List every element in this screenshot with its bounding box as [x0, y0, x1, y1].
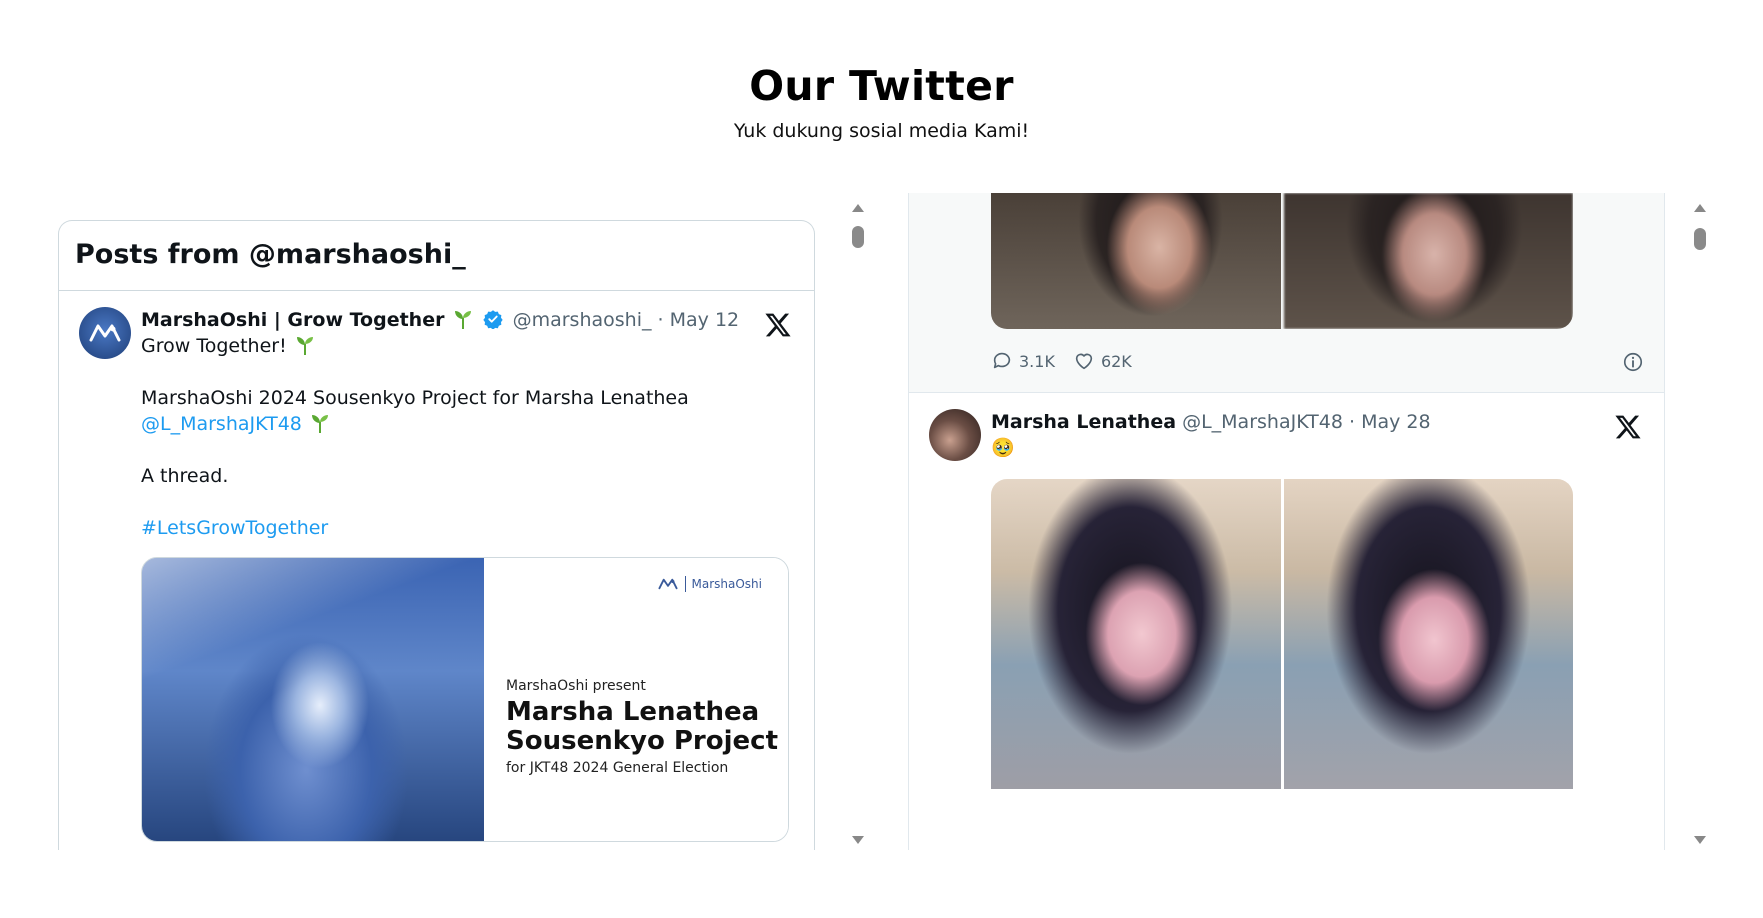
twitter-section-header: Our Twitter Yuk dukung sosial media Kami… [0, 62, 1763, 142]
timeline-embed-marshaoshi[interactable]: Posts from @marshaoshi_ MarshaOshi | Gro… [58, 220, 815, 850]
seedling-icon [296, 337, 313, 355]
hashtag-link[interactable]: #LetsGrowTogether [141, 517, 328, 539]
tweet-date[interactable]: · May 12 [658, 309, 740, 331]
banner-title-line: Marsha Lenathea [506, 697, 760, 727]
tweet-photo[interactable] [1284, 479, 1573, 789]
scroll-up-arrow[interactable] [852, 204, 864, 212]
banner-present: MarshaOshi present [506, 678, 646, 694]
x-logo-icon[interactable] [1614, 413, 1642, 441]
marshaoshi-logo-icon [657, 578, 678, 590]
timeline-header: Posts from @marshaoshi_ [59, 221, 814, 291]
section-subtitle: Yuk dukung sosial media Kami! [733, 120, 1030, 142]
tweet-text: Grow Together! MarshaOshi 2024 Sousenkyo… [141, 333, 794, 541]
scroll-down-arrow[interactable] [852, 836, 864, 844]
marshaoshi-logo-icon [89, 324, 121, 342]
avatar[interactable] [929, 409, 981, 461]
tweet-photo[interactable] [991, 193, 1281, 329]
tweet-meta: Marsha Lenathea @L_MarshaJKT48 · May 28 [991, 409, 1644, 435]
tweet-photo-grid[interactable] [991, 479, 1573, 789]
scroll-thumb[interactable] [852, 226, 864, 248]
mention-link[interactable]: @L_MarshaJKT48 [141, 413, 302, 435]
tweet-media-card[interactable]: MarshaOshi MarshaOshi present Marsha Len… [141, 557, 789, 842]
verified-badge-icon [482, 310, 503, 329]
author-handle[interactable]: @marshaoshi_ [513, 309, 652, 331]
tweet-text-line: Grow Together! [141, 335, 287, 357]
scroll-thumb[interactable] [1694, 228, 1706, 250]
tweet-text-line: MarshaOshi 2024 Sousenkyo Project for Ma… [141, 387, 689, 409]
right-scrollbar[interactable] [1691, 204, 1709, 844]
banner-brand-name: MarshaOshi [691, 577, 763, 591]
reply-icon [993, 352, 1011, 369]
left-scrollbar[interactable] [849, 204, 867, 844]
timeline-embed-scrolled[interactable]: 3.1K 62K Marsha Lenathea @L_MarshaJKT48 … [908, 193, 1665, 850]
project-banner: MarshaOshi MarshaOshi present Marsha Len… [484, 558, 788, 841]
seedling-icon [311, 415, 328, 433]
avatar[interactable] [79, 307, 131, 359]
performance-photo[interactable] [142, 558, 484, 841]
like-stat[interactable]: 62K [1073, 350, 1132, 372]
author-name[interactable]: MarshaOshi | Grow Together [141, 309, 444, 331]
heart-icon [1075, 353, 1093, 370]
tweet-card[interactable]: Marsha Lenathea @L_MarshaJKT48 · May 28 … [909, 393, 1664, 789]
timeline-title[interactable]: Posts from @marshaoshi_ [75, 239, 798, 270]
tweet-photo[interactable] [1284, 193, 1573, 329]
info-icon[interactable] [1622, 351, 1644, 373]
seedling-icon [454, 311, 471, 329]
tweet-meta: MarshaOshi | Grow Together @marshaoshi_ … [141, 307, 794, 333]
banner-subtitle: for JKT48 2024 General Election [506, 760, 729, 776]
reply-count: 3.1K [1019, 351, 1055, 371]
tweet-photo[interactable] [991, 479, 1281, 789]
banner-title-line: Sousenkyo Project [506, 726, 778, 756]
section-title: Our Twitter [749, 62, 1014, 110]
tweet-photo-grid[interactable] [991, 193, 1573, 329]
reply-stat[interactable]: 3.1K [991, 350, 1055, 372]
tweet-emoji: 🥹 [991, 437, 1015, 459]
author-name[interactable]: Marsha Lenathea [991, 411, 1176, 433]
x-logo-icon[interactable] [764, 311, 792, 339]
tweet-text-line: A thread. [141, 465, 229, 487]
tweet-card-partial[interactable]: 3.1K 62K [909, 193, 1664, 393]
tweet-stats: 3.1K 62K [991, 329, 1644, 393]
scroll-up-arrow[interactable] [1694, 204, 1706, 212]
tweet-date[interactable]: · May 28 [1349, 411, 1431, 433]
tweet-text: 🥹 [991, 435, 1644, 461]
banner-brand: MarshaOshi [657, 576, 763, 592]
author-handle[interactable]: @L_MarshaJKT48 [1182, 411, 1343, 433]
tweet-card[interactable]: MarshaOshi | Grow Together @marshaoshi_ … [59, 291, 814, 842]
scroll-down-arrow[interactable] [1694, 836, 1706, 844]
banner-title: Marsha Lenathea Sousenkyo Project [506, 698, 778, 756]
like-count: 62K [1100, 351, 1132, 371]
